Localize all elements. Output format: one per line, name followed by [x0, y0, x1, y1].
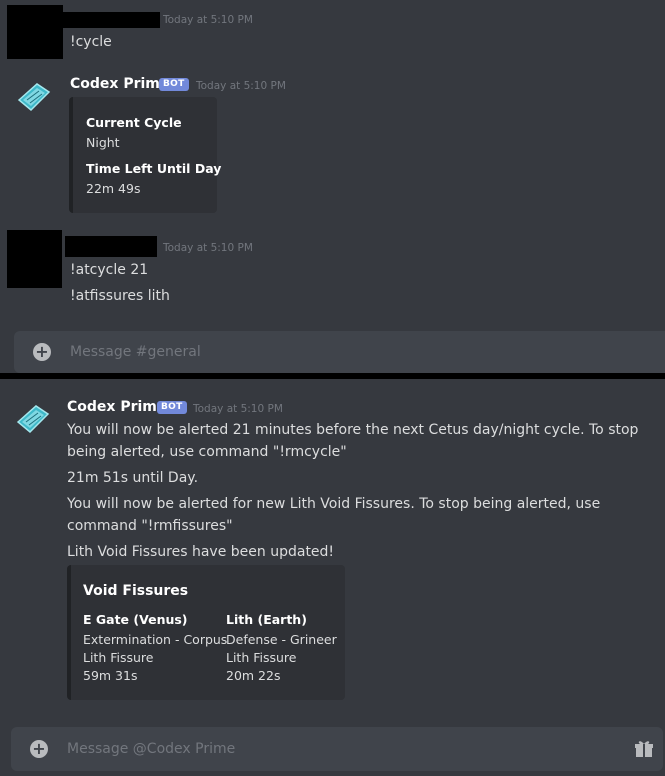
input-placeholder: Message @Codex Prime: [67, 741, 236, 757]
timestamp: Today at 5:10 PM: [163, 14, 253, 26]
message-text: !cycle: [70, 34, 112, 50]
message-text: 21m 51s until Day.: [67, 470, 199, 486]
timestamp: Today at 5:10 PM: [193, 403, 283, 415]
embed-title: Void Fissures: [83, 583, 189, 599]
plus-circle-icon[interactable]: +: [30, 740, 48, 758]
screenshot-divider: [0, 373, 665, 379]
message-text: You will now be alerted for new Lith Voi…: [67, 496, 601, 534]
embed-field-value: 22m 49s: [86, 181, 141, 196]
timestamp: Today at 5:10 PM: [196, 80, 286, 92]
bot-username[interactable]: Codex Prime: [70, 76, 169, 92]
embed-field-name: Lith (Earth): [226, 612, 307, 627]
embed-field-value: Lith Fissure: [83, 650, 154, 665]
message-text: Lith Void Fissures have been updated!: [67, 544, 335, 560]
embed-field-name: Time Left Until Day: [86, 161, 222, 176]
fissure-column: E Gate (Venus) Extermination - Corpus Li…: [83, 612, 227, 685]
codex-avatar-icon[interactable]: [13, 78, 53, 118]
message-input-codex-prime[interactable]: + Message @Codex Prime: [11, 727, 663, 771]
embed-field-value: Extermination - Corpus: [83, 632, 228, 647]
fissure-column: Lith (Earth) Defense - Grineer Lith Fiss…: [226, 612, 337, 685]
username-redacted[interactable]: [65, 236, 157, 257]
embed-field-value: Lith Fissure: [226, 650, 297, 665]
bot-badge: BOT: [157, 401, 187, 414]
input-placeholder: Message #general: [70, 344, 201, 360]
codex-avatar-icon[interactable]: [12, 400, 52, 440]
message-text: !atcycle 21: [70, 262, 149, 278]
gift-icon[interactable]: [634, 739, 654, 759]
user-avatar-redacted[interactable]: [7, 230, 62, 288]
bot-username[interactable]: Codex Prime: [67, 399, 166, 415]
embed-field-value: Night: [86, 135, 120, 150]
fissures-embed: Void Fissures E Gate (Venus) Exterminati…: [67, 565, 345, 700]
embed-field-value: 59m 31s: [83, 668, 138, 683]
cycle-embed: Current Cycle Night Time Left Until Day …: [69, 97, 221, 213]
username-redacted[interactable]: [63, 12, 160, 28]
message-text: You will now be alerted 21 minutes befor…: [67, 422, 639, 460]
message-input-general[interactable]: + Message #general: [14, 331, 665, 373]
embed-field-value: Defense - Grineer: [226, 632, 337, 647]
bot-badge: BOT: [159, 78, 189, 91]
plus-circle-icon[interactable]: +: [33, 343, 51, 361]
embed-field-value: 20m 22s: [226, 668, 281, 683]
embed-field-name: E Gate (Venus): [83, 612, 188, 627]
message-text: !atfissures lith: [70, 288, 170, 304]
embed-field-name: Current Cycle: [86, 115, 182, 130]
timestamp: Today at 5:10 PM: [163, 242, 253, 254]
user-avatar-redacted[interactable]: [7, 5, 63, 59]
